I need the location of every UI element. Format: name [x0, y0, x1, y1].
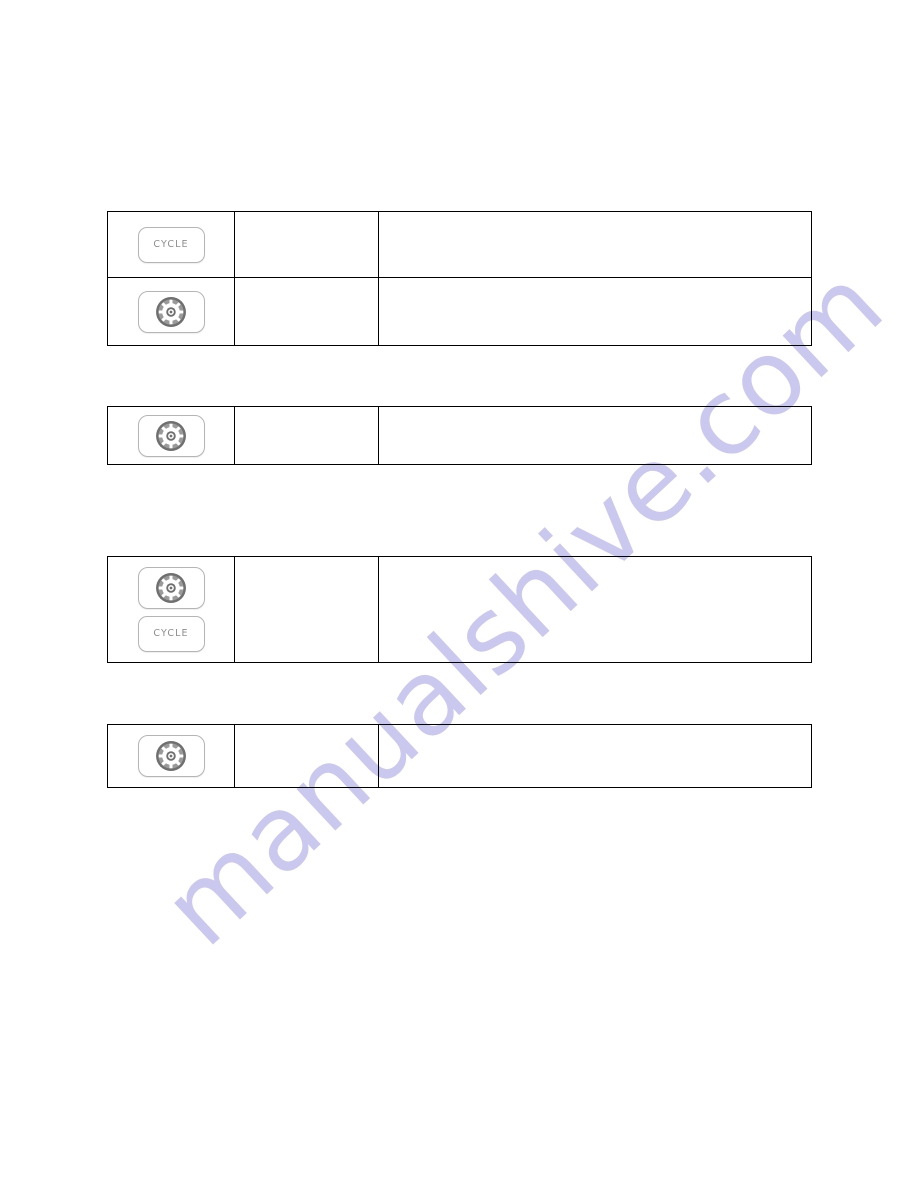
- gear-key-button[interactable]: [137, 414, 205, 457]
- cycle-key-button[interactable]: CYCLE: [137, 616, 205, 652]
- icon-stack: [108, 729, 234, 783]
- cell-description: [378, 277, 812, 346]
- table-row: [107, 277, 812, 346]
- gear-key-button[interactable]: [137, 290, 205, 333]
- table-row: [107, 406, 812, 465]
- cell-middle: [234, 406, 379, 465]
- gear-icon: [156, 296, 186, 327]
- cell-icon: CYCLE: [107, 211, 235, 278]
- table-row: [107, 724, 812, 788]
- table-1: CYCLE: [107, 211, 812, 346]
- cell-icon: CYCLE: [107, 556, 235, 663]
- icon-stack: [108, 285, 234, 339]
- table-row: CYCLE: [107, 556, 812, 663]
- table-row: CYCLE: [107, 211, 812, 278]
- cell-description: [378, 724, 812, 788]
- cell-middle: [234, 211, 379, 278]
- cycle-key-label: CYCLE: [153, 238, 189, 250]
- cycle-key-label: CYCLE: [153, 628, 189, 640]
- gear-icon: [156, 741, 186, 771]
- cell-middle: [234, 556, 379, 663]
- cell-middle: [234, 724, 379, 788]
- icon-stack: [108, 409, 234, 463]
- cell-middle: [234, 277, 379, 346]
- gear-icon: [156, 573, 186, 603]
- cell-icon: [107, 724, 235, 788]
- table-3: CYCLE: [107, 556, 812, 663]
- icon-stack: CYCLE: [108, 221, 234, 269]
- cell-description: [378, 556, 812, 663]
- gear-key-button[interactable]: [137, 735, 205, 777]
- cycle-key-button[interactable]: CYCLE: [137, 226, 205, 263]
- gear-key-button[interactable]: [137, 567, 205, 609]
- cell-description: [378, 406, 812, 465]
- icon-stack: CYCLE: [108, 561, 234, 658]
- cell-description: [378, 211, 812, 278]
- table-2: [107, 406, 812, 465]
- cell-icon: [107, 277, 235, 346]
- table-4: [107, 724, 812, 788]
- cell-icon: [107, 406, 235, 465]
- document-page: manualshive.com CYCLE CYCLE: [0, 0, 918, 1188]
- gear-icon: [156, 420, 186, 451]
